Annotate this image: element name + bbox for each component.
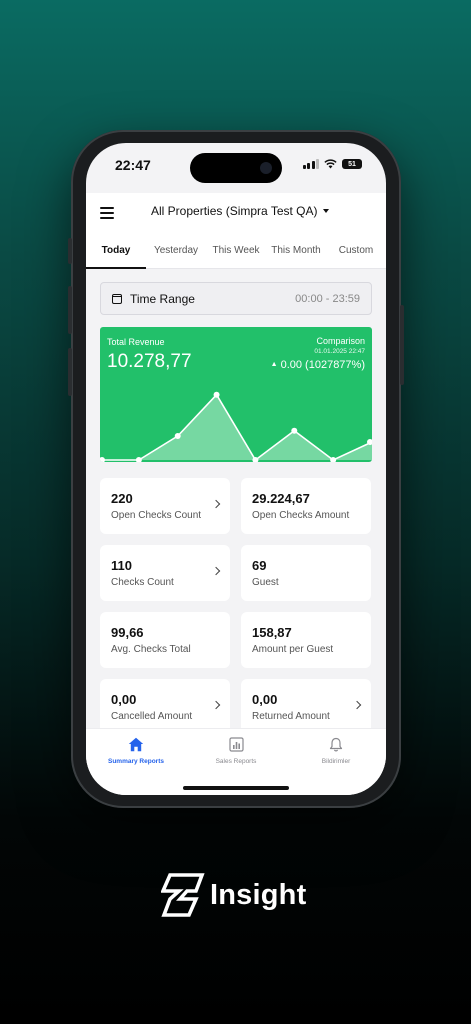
dynamic-island: [190, 153, 282, 183]
comparison-date: 01.01.2025 22:47: [314, 348, 365, 355]
stat-card-avg-checks-total: 99,66 Avg. Checks Total: [100, 612, 230, 668]
nav-sales-reports[interactable]: Sales Reports: [186, 737, 286, 765]
bottom-nav: Summary Reports Sales Reports Bildirimle…: [86, 728, 386, 795]
stat-value: 158,87: [252, 625, 292, 640]
date-tabs: Today Yesterday This Week This Month Cus…: [86, 231, 386, 269]
camera-icon: [260, 162, 272, 174]
phone-power-button: [400, 305, 404, 385]
stat-label: Avg. Checks Total: [111, 644, 191, 655]
insight-logo-icon: [161, 873, 205, 917]
comparison-label: Comparison: [316, 336, 365, 346]
property-title: All Properties (Simpra Test QA): [151, 204, 318, 218]
status-icons: 51: [302, 159, 362, 169]
stat-label: Cancelled Amount: [111, 711, 193, 722]
tab-this-week[interactable]: This Week: [206, 231, 266, 268]
stat-value: 220: [111, 491, 133, 506]
comparison-value: ▲ 0.00 (1027877%): [271, 359, 365, 371]
phone-volume-down: [68, 348, 72, 396]
revenue-point: [213, 391, 220, 398]
phone-volume-up: [68, 286, 72, 334]
revenue-point: [100, 457, 105, 462]
nav-summary-reports[interactable]: Summary Reports: [86, 737, 186, 765]
stat-card-returned-amount[interactable]: 0,00 Returned Amount: [241, 679, 371, 728]
menu-icon[interactable]: [100, 207, 114, 219]
signal-icon: [302, 159, 319, 169]
total-revenue-card: Total Revenue 10.278,77 Comparison 01.01…: [100, 327, 372, 462]
nav-label: Bildirimler: [321, 758, 351, 765]
stat-value: 29.224,67: [252, 491, 310, 506]
stat-card-amount-per-guest: 158,87 Amount per Guest: [241, 612, 371, 668]
tab-yesterday[interactable]: Yesterday: [146, 231, 206, 268]
tab-custom[interactable]: Custom: [326, 231, 386, 268]
battery-icon: 51: [342, 159, 362, 169]
bell-icon: [329, 737, 343, 752]
status-time: 22:47: [115, 157, 151, 173]
home-icon: [128, 737, 144, 752]
stats-grid: 220 Open Checks Count 29.224,67 Open Che…: [100, 478, 372, 728]
stat-card-open-checks-amount: 29.224,67 Open Checks Amount: [241, 478, 371, 534]
nav-bildirimler[interactable]: Bildirimler: [286, 737, 386, 765]
brand-logo: Insight: [161, 872, 306, 918]
phone-screen: 22:47 51 All Properties (Simpra Test QA)…: [86, 143, 386, 795]
stat-label: Checks Count: [111, 577, 174, 588]
time-range-selector[interactable]: Time Range 00:00 - 23:59: [100, 282, 372, 315]
nav-label: Sales Reports: [215, 758, 257, 765]
caret-down-icon: [322, 209, 329, 213]
stat-value: 0,00: [252, 692, 278, 707]
calendar-icon: [112, 293, 122, 304]
revenue-point: [291, 427, 298, 434]
property-selector[interactable]: All Properties (Simpra Test QA): [151, 204, 329, 218]
stat-card-guest: 69 Guest: [241, 545, 371, 601]
comparison-value-text: 0.00 (1027877%): [280, 359, 365, 371]
stat-card-open-checks-count[interactable]: 220 Open Checks Count: [100, 478, 230, 534]
stat-label: Returned Amount: [252, 711, 330, 722]
total-revenue-label: Total Revenue: [107, 337, 165, 347]
tab-today[interactable]: Today: [86, 231, 146, 269]
stat-value: 0,00: [111, 692, 137, 707]
stat-value: 99,66: [111, 625, 144, 640]
stat-value: 110: [111, 558, 132, 573]
nav-label: Summary Reports: [108, 758, 164, 765]
time-range-value: 00:00 - 23:59: [295, 292, 360, 305]
total-revenue-value: 10.278,77: [107, 351, 192, 372]
phone-side-button: [68, 238, 72, 264]
bar-chart-icon: [228, 737, 244, 752]
stat-card-checks-count[interactable]: 110 Checks Count: [100, 545, 230, 601]
revenue-point: [174, 433, 181, 439]
stat-label: Open Checks Amount: [252, 510, 350, 521]
brand-name: Insight: [210, 878, 307, 911]
wifi-icon: [324, 159, 337, 169]
revenue-point: [135, 457, 142, 462]
stat-value: 69: [252, 558, 267, 573]
stat-label: Amount per Guest: [252, 644, 334, 655]
time-range-label: Time Range: [130, 291, 195, 306]
tab-this-month[interactable]: This Month: [266, 231, 326, 268]
arrow-up-icon: ▲: [270, 361, 278, 368]
home-indicator: [183, 786, 289, 790]
stat-label: Open Checks Count: [111, 510, 202, 521]
stat-card-cancelled-amount[interactable]: 0,00 Cancelled Amount: [100, 679, 230, 728]
stat-label: Guest: [252, 577, 279, 588]
